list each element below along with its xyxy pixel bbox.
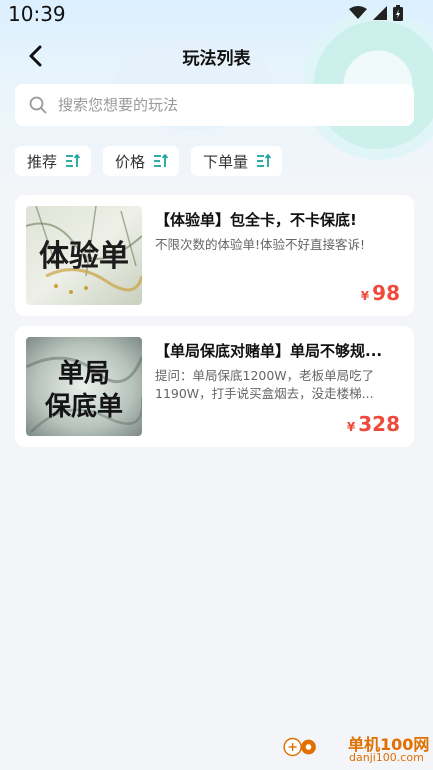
sort-recommend-label: 推荐 bbox=[27, 152, 58, 171]
product-price: ¥328 bbox=[347, 412, 400, 436]
product-card[interactable]: 单局 保底单 【单局保底对赌单】单局不够规... 提问：单局保底1200W，老板… bbox=[15, 326, 414, 447]
sort-recommend-button[interactable]: 推荐 bbox=[15, 146, 92, 176]
watermark-logo-icon bbox=[283, 737, 316, 757]
sort-price-label: 价格 bbox=[115, 152, 146, 171]
search-input[interactable] bbox=[56, 95, 390, 115]
price-value: 98 bbox=[372, 281, 400, 305]
product-card[interactable]: 体验单 【体验单】包全卡，不卡保底! 不限次数的体验单!体验不好直接客诉! ¥9… bbox=[15, 195, 414, 316]
signal-icon bbox=[373, 6, 387, 20]
product-thumbnail: 单局 保底单 bbox=[26, 337, 142, 436]
currency-symbol: ¥ bbox=[346, 420, 356, 434]
status-time: 10:39 bbox=[8, 2, 66, 26]
sort-filters: 推荐 价格 下单量 bbox=[15, 146, 283, 176]
sort-orders-button[interactable]: 下单量 bbox=[191, 146, 283, 176]
thumbnail-art: 单局 保底单 bbox=[26, 337, 142, 436]
site-watermark: 单机100网 danji100.com bbox=[283, 728, 433, 768]
battery-icon bbox=[393, 5, 403, 21]
price-value: 328 bbox=[358, 412, 400, 436]
wifi-icon bbox=[349, 6, 367, 19]
product-description: 提问：单局保底1200W，老板单局吃了1190W，打手说买盒烟去，没走楼梯... bbox=[155, 368, 375, 401]
search-bar[interactable] bbox=[15, 84, 414, 126]
sort-price-button[interactable]: 价格 bbox=[103, 146, 180, 176]
thumbnail-label-line2: 保底单 bbox=[44, 391, 123, 422]
status-bar: 10:39 bbox=[0, 0, 433, 26]
sort-icon bbox=[257, 153, 272, 167]
status-icons bbox=[349, 5, 403, 21]
thumbnail-art: 体验单 bbox=[26, 206, 142, 305]
thumbnail-label: 体验单 bbox=[39, 239, 129, 274]
product-price: ¥98 bbox=[361, 281, 400, 305]
product-description: 不限次数的体验单!体验不好直接客诉! bbox=[155, 237, 366, 252]
product-thumbnail: 体验单 bbox=[26, 206, 142, 305]
currency-symbol: ¥ bbox=[360, 289, 370, 303]
page-header: 玩法列表 bbox=[0, 38, 433, 74]
search-icon bbox=[29, 96, 47, 114]
product-title: 【体验单】包全卡，不卡保底! bbox=[155, 211, 357, 229]
sort-orders-label: 下单量 bbox=[203, 152, 249, 171]
sort-icon bbox=[154, 153, 169, 167]
thumbnail-label-line1: 单局 bbox=[58, 359, 110, 389]
watermark-url: danji100.com bbox=[349, 751, 424, 764]
sort-icon bbox=[66, 153, 81, 167]
page-title: 玩法列表 bbox=[182, 49, 251, 69]
product-title: 【单局保底对赌单】单局不够规... bbox=[155, 342, 383, 360]
